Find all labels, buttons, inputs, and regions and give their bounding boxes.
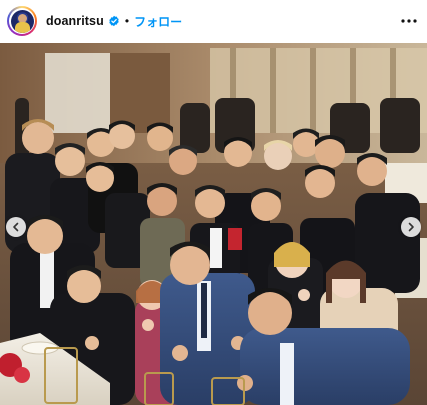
instagram-post: doanritsu • フォロー: [0, 0, 427, 405]
group-photo-illustration: [0, 43, 427, 405]
chevron-left-icon[interactable]: [6, 217, 26, 237]
post-header: doanritsu • フォロー: [0, 0, 427, 42]
chevron-right-icon[interactable]: [401, 217, 421, 237]
profile-avatar[interactable]: [10, 9, 34, 33]
separator-dot: •: [124, 14, 130, 28]
verified-badge-icon: [109, 15, 119, 27]
post-photo[interactable]: [0, 43, 427, 405]
username-link[interactable]: doanritsu: [46, 14, 104, 28]
more-options-icon[interactable]: [399, 12, 419, 30]
follow-button[interactable]: フォロー: [134, 13, 182, 30]
story-ring[interactable]: [7, 6, 37, 36]
